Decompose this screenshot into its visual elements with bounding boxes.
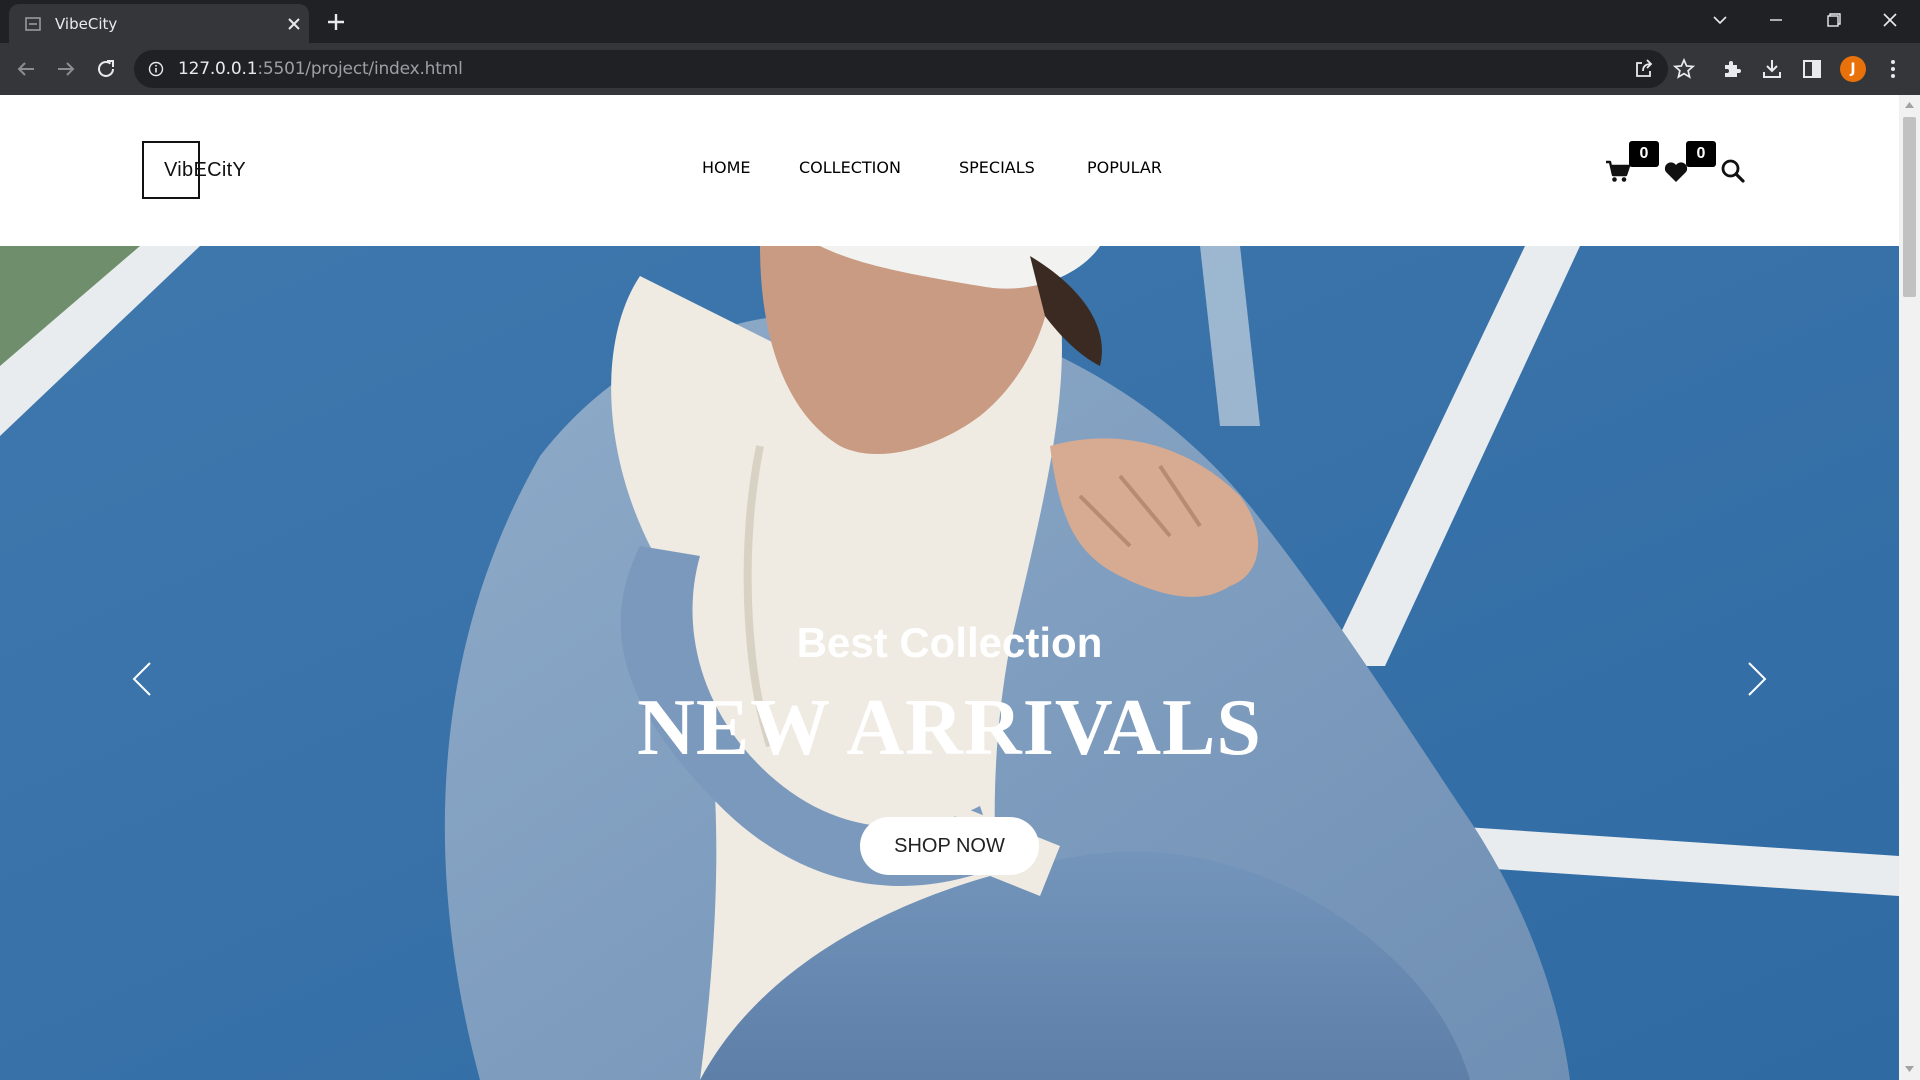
hero-banner: Best Collection NEW ARRIVALS SHOP NOW xyxy=(0,246,1899,1080)
nav-collection[interactable]: COLLECTION xyxy=(799,158,901,177)
tab-title: VibeCity xyxy=(55,15,118,33)
plus-icon[interactable] xyxy=(325,11,347,33)
page-viewport: VibECitY HOME COLLECTION SPECIALS POPULA… xyxy=(0,95,1899,1080)
star-icon[interactable] xyxy=(1672,57,1696,81)
url-text: 127.0.0.1:5501/project/index.html xyxy=(178,59,463,79)
close-icon[interactable] xyxy=(1876,8,1904,32)
kebab-menu-icon[interactable] xyxy=(1881,57,1905,81)
puzzle-icon[interactable] xyxy=(1720,57,1744,81)
scroll-up-arrow-icon[interactable] xyxy=(1904,100,1915,109)
tab-vibecity[interactable]: VibeCity xyxy=(9,4,309,43)
sidepanel-icon[interactable] xyxy=(1800,57,1824,81)
restore-icon[interactable] xyxy=(1819,8,1847,32)
share-icon[interactable] xyxy=(1632,57,1656,81)
scrollbar-thumb[interactable] xyxy=(1903,117,1916,297)
tab-strip: VibeCity xyxy=(0,0,1920,43)
browser-window: VibeCity 127.0.0.1:5501/project/index.ht… xyxy=(0,0,1920,1080)
nav-popular[interactable]: POPULAR xyxy=(1087,158,1162,177)
search-icon[interactable] xyxy=(1719,157,1747,185)
forward-arrow-icon[interactable] xyxy=(54,57,78,81)
hero-subtitle: Best Collection xyxy=(796,619,1103,666)
wishlist-count-badge: 0 xyxy=(1686,141,1716,167)
logo-text: VibECitY xyxy=(164,159,247,181)
shop-now-button[interactable]: SHOP NOW xyxy=(860,817,1039,875)
hero-title: NEW ARRIVALS xyxy=(637,684,1262,772)
cart-count-badge: 0 xyxy=(1629,141,1659,167)
browser-toolbar: 127.0.0.1:5501/project/index.html J xyxy=(0,43,1920,95)
page-favicon-icon xyxy=(25,17,41,31)
site-header: VibECitY HOME COLLECTION SPECIALS POPULA… xyxy=(0,95,1899,246)
site-logo[interactable]: VibECitY xyxy=(142,141,246,199)
close-icon[interactable] xyxy=(284,14,304,34)
back-arrow-icon[interactable] xyxy=(14,57,38,81)
cart-icon[interactable] xyxy=(1604,157,1632,185)
reload-icon[interactable] xyxy=(94,57,118,81)
scroll-down-arrow-icon[interactable] xyxy=(1904,1065,1915,1074)
nav-specials[interactable]: SPECIALS xyxy=(959,158,1035,177)
profile-avatar[interactable]: J xyxy=(1840,56,1866,82)
download-icon[interactable] xyxy=(1760,57,1784,81)
chevron-down-icon[interactable] xyxy=(1706,8,1734,32)
vertical-scrollbar[interactable] xyxy=(1899,95,1920,1080)
address-bar[interactable]: 127.0.0.1:5501/project/index.html xyxy=(134,50,1696,88)
minimize-icon[interactable] xyxy=(1762,8,1790,32)
nav-home[interactable]: HOME xyxy=(702,158,751,177)
info-icon[interactable] xyxy=(148,61,164,77)
